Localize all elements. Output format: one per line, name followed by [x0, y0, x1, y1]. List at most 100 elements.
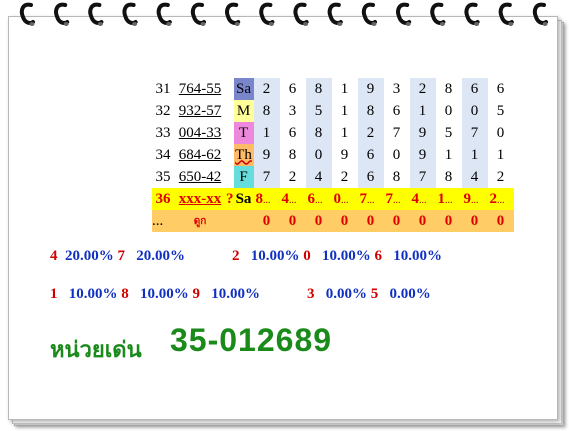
- table-row: 32 932-57 M 8 3 5 1 8 6 1 0 0 5: [152, 100, 514, 122]
- summary-count: 0: [383, 210, 410, 232]
- digit-cell: 6: [461, 78, 488, 100]
- draw-result: 764-55: [178, 80, 222, 97]
- highlight-number: 35-012689: [170, 322, 333, 358]
- digit-cell: 4: [461, 166, 488, 188]
- dots: ...: [367, 194, 375, 206]
- binding-ring: [54, 2, 70, 26]
- digit-cell: 8: [253, 100, 280, 122]
- summary-count: 0: [357, 210, 384, 232]
- draw-result: 004-33: [178, 124, 222, 141]
- table-row: 33 004-33 T 1 6 8 1 2 7 9 5 7 0: [152, 122, 514, 144]
- prediction-row: 36 xxx-xx? Sa 8... 4... 6... 0... 7... 7... 4... 1…: [152, 188, 514, 210]
- predicted-digit: 8: [255, 190, 264, 207]
- predicted-digit: 7: [359, 190, 368, 207]
- table-row: 34 684-62 Th 9 8 0 9 6 0 9 1 1 1: [152, 144, 514, 166]
- draw-number: 33: [155, 124, 171, 141]
- highlight-label: หน่วยเด่น: [50, 337, 142, 362]
- predicted-digit: 4: [411, 190, 420, 207]
- predicted-digit-cell: 1...: [435, 188, 462, 210]
- spiral-binding: [19, 2, 548, 26]
- digit-cell: 2: [409, 78, 436, 100]
- draw-number: 31: [155, 80, 171, 97]
- day-badge: Th: [233, 144, 254, 166]
- digit-cell: 6: [487, 78, 514, 100]
- digit-cell: 3: [383, 78, 410, 100]
- digit-cell: 1: [487, 144, 514, 166]
- digit-cell: 1: [409, 100, 436, 122]
- digit-cell: 1: [461, 144, 488, 166]
- digit-cell: 1: [331, 122, 358, 144]
- dots: ...: [497, 194, 505, 206]
- digit-cell: 2: [253, 78, 280, 100]
- binding-ring: [293, 2, 309, 26]
- digit-cell: 6: [279, 78, 306, 100]
- binding-ring: [532, 2, 548, 26]
- dots: ...: [393, 194, 401, 206]
- stat-digit: 7: [117, 248, 126, 264]
- predicted-digit: 0: [333, 190, 342, 207]
- digit-cell: 8: [383, 166, 410, 188]
- predicted-digit-cell: 0...: [331, 188, 358, 210]
- stats-line-1b: 2 10.00% 0 10.00% 6 10.00%: [232, 248, 442, 265]
- spacer-cell: [226, 144, 234, 166]
- digit-cell: 7: [253, 166, 280, 188]
- digit-cell: 5: [487, 100, 514, 122]
- stat-percent: 10.00%: [250, 248, 300, 264]
- stat-percent: 0.00%: [325, 286, 367, 302]
- digit-cell: 4: [305, 166, 332, 188]
- predicted-digit: 2: [489, 190, 498, 207]
- binding-ring: [464, 2, 480, 26]
- digit-cell: 8: [305, 78, 332, 100]
- predicted-digit-cell: 2...: [487, 188, 514, 210]
- binding-ring: [259, 2, 275, 26]
- predicted-digit-cell: 6...: [305, 188, 332, 210]
- digit-cell: 7: [383, 122, 410, 144]
- stat-digit: 5: [370, 286, 379, 302]
- unknown-mark: ?: [226, 188, 234, 210]
- table-row: 35 650-42 F 7 2 4 2 6 8 7 8 4 2: [152, 166, 514, 188]
- draw-number: 35: [155, 168, 171, 185]
- stat-digit: 1: [50, 286, 58, 302]
- digit-cell: 1: [435, 144, 462, 166]
- stat-percent: 10.00%: [393, 248, 442, 264]
- predicted-digit-cell: 4...: [279, 188, 306, 210]
- digit-cell: 2: [487, 166, 514, 188]
- summary-count: 0: [409, 210, 436, 232]
- digit-cell: 8: [435, 78, 462, 100]
- digit-cell: 9: [331, 144, 358, 166]
- digit-cell: 1: [253, 122, 280, 144]
- day-badge: F: [233, 166, 254, 188]
- spacer-cell: [226, 78, 234, 100]
- stat-percent: 10.00%: [211, 286, 260, 302]
- stat-digit: 3: [307, 286, 315, 302]
- digit-cell: 9: [357, 78, 384, 100]
- draw-result: 932-57: [178, 102, 222, 119]
- digit-cell: 0: [487, 122, 514, 144]
- summary-count: 0: [279, 210, 306, 232]
- predicted-digit: 7: [385, 190, 394, 207]
- digit-cell: 0: [461, 100, 488, 122]
- stats-line-2b: 3 0.00% 5 0.00%: [307, 286, 431, 303]
- stat-digit: 9: [192, 286, 201, 302]
- draw-number: 32: [155, 102, 171, 119]
- summary-lead: ...: [152, 210, 174, 232]
- digit-cell: 0: [435, 100, 462, 122]
- dots: ...: [289, 194, 297, 206]
- stat-percent: 0.00%: [389, 286, 431, 302]
- binding-ring: [190, 2, 206, 26]
- day-badge: M: [233, 100, 254, 122]
- summary-count: 0: [487, 210, 514, 232]
- digit-cell: 6: [357, 166, 384, 188]
- binding-ring: [430, 2, 446, 26]
- digit-cell: 9: [253, 144, 280, 166]
- stat-digit: 0: [303, 248, 311, 264]
- binding-ring: [88, 2, 104, 26]
- summary-count: 0: [435, 210, 462, 232]
- binding-ring: [361, 2, 377, 26]
- predicted-digit: 9: [463, 190, 472, 207]
- lottery-grid: 31 764-55 Sa 2 6 8 1 9 3 2 8 6 6 32 932-57 M 8 3 5 1 8 6 1 0 0 5 3…: [152, 78, 514, 232]
- digit-cell: 9: [409, 144, 436, 166]
- summary-count: 0: [461, 210, 488, 232]
- binding-ring: [122, 2, 138, 26]
- stats-line-2: 1 10.00% 8 10.00% 9 10.00%: [50, 286, 260, 303]
